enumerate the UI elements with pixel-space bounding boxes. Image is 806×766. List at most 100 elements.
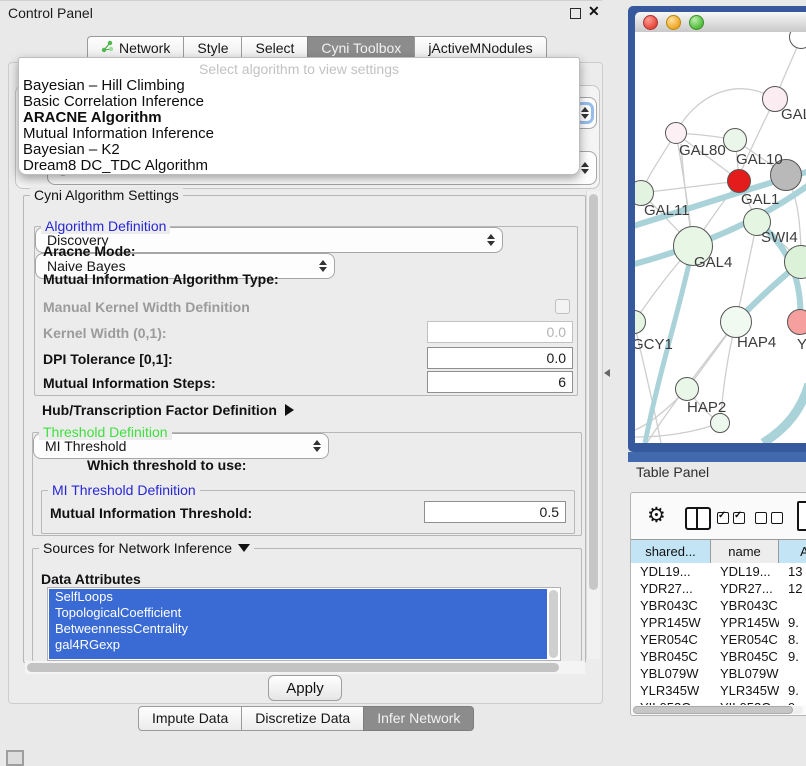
- zoom-traffic-light-icon[interactable]: [689, 15, 704, 30]
- gear-icon[interactable]: ⚙: [647, 503, 666, 528]
- dock-handle-icon[interactable]: [6, 750, 24, 766]
- node-hap2[interactable]: [675, 377, 699, 401]
- node-label-gal1: GAL1: [741, 191, 779, 208]
- settings-vertical-scrollbar[interactable]: [586, 191, 600, 659]
- table-body: YDL19...YDL19...13YDR27...YDR27...12YBR0…: [631, 563, 806, 705]
- table-cell: 9.: [779, 614, 806, 631]
- tab-infer-network[interactable]: Infer Network: [363, 706, 474, 731]
- combo-stepper-icon[interactable]: [484, 234, 497, 246]
- collapse-arrow-icon[interactable]: [238, 544, 250, 552]
- table-cell: 13: [779, 563, 806, 580]
- kernel-width-field[interactable]: 0.0: [427, 321, 573, 343]
- which-threshold-value: MI Threshold: [34, 438, 310, 454]
- node-label-hap2: HAP2: [687, 399, 726, 416]
- node-label-swi4: SWI4: [761, 229, 798, 246]
- table-row[interactable]: YBR043CYBR043C: [631, 597, 806, 614]
- mi-threshold-field[interactable]: 0.5: [424, 501, 566, 523]
- close-traffic-light-icon[interactable]: [643, 15, 658, 30]
- aracne-mode-label: Aracne Mode:: [43, 243, 136, 259]
- combo-stepper-icon[interactable]: [316, 260, 329, 272]
- close-icon[interactable]: ✕: [588, 3, 600, 20]
- algorithm-definition-group: Algorithm Definition Aracne Mode: Discov…: [34, 226, 578, 396]
- table-cell: YIL052C: [631, 699, 711, 705]
- table-cell: YBR045C: [631, 648, 711, 665]
- dpi-tolerance-label: DPI Tolerance [0,1]:: [43, 351, 173, 367]
- cyni-algorithm-settings-group: Cyni Algorithm Settings Algorithm Defini…: [23, 195, 586, 663]
- table-row[interactable]: YBL079WYBL079W: [631, 665, 806, 682]
- tab-label: Infer Network: [377, 707, 460, 730]
- node-bottom-small[interactable]: [710, 413, 730, 433]
- node-label-gal10: GAL10: [736, 151, 783, 168]
- table-cell: YIL052C: [711, 699, 779, 705]
- node-label-gcy1: GCY1: [635, 336, 673, 353]
- column-header-shared[interactable]: shared...: [631, 540, 711, 564]
- table-panel-title: Table Panel: [636, 464, 709, 480]
- attribute-item-betweennesscentrality[interactable]: BetweennessCentrality: [49, 621, 547, 637]
- data-attributes-list[interactable]: SelfLoopsTopologicalCoefficientBetweenne…: [47, 587, 561, 661]
- table-cell: YDL19...: [711, 563, 779, 580]
- data-attributes-label: Data Attributes: [41, 571, 141, 587]
- table-row[interactable]: YBR045CYBR045C9.: [631, 648, 806, 665]
- settings-horizontal-scrollbar[interactable]: [25, 661, 585, 674]
- attribute-item-gal4rgexp[interactable]: gal4RGexp: [49, 637, 547, 653]
- column-header-a[interactable]: A: [779, 540, 806, 564]
- algorithm-item-aracne-algorithm[interactable]: ARACNE Algorithm: [19, 110, 579, 126]
- apply-button[interactable]: Apply: [268, 675, 342, 701]
- network-window-titlebar: [635, 12, 806, 33]
- minimize-traffic-light-icon[interactable]: [666, 15, 681, 30]
- attribute-item-topologicalcoefficient[interactable]: TopologicalCoefficient: [49, 605, 547, 621]
- table-row[interactable]: YIL052CYIL052C9.: [631, 699, 806, 705]
- table-cell: 9.: [779, 682, 806, 699]
- list-scrollbar[interactable]: [549, 590, 558, 658]
- data-attributes-selection: SelfLoopsTopologicalCoefficientBetweenne…: [49, 589, 547, 659]
- export-table-icon[interactable]: [797, 501, 806, 531]
- node-label-hap4: HAP4: [737, 334, 776, 351]
- manual-kernel-label: Manual Kernel Width Definition: [43, 299, 250, 315]
- table-cell: 9.: [779, 699, 806, 705]
- network-canvas[interactable]: GALGAL80GAL10GAL1GAL11SWI4GAL4GCY1HAP4YH…: [635, 32, 806, 443]
- combo-stepper-icon[interactable]: [310, 440, 323, 452]
- table-row[interactable]: YDL19...YDL19...13: [631, 563, 806, 580]
- table-cell: YLR345W: [711, 682, 779, 699]
- expand-arrow-icon[interactable]: [285, 404, 294, 416]
- kernel-width-label: Kernel Width (0,1):: [43, 325, 167, 341]
- algorithm-definition-title: Algorithm Definition: [41, 218, 170, 234]
- algorithm-item-bayesian-hill-climbing[interactable]: Bayesian – Hill Climbing: [19, 78, 579, 94]
- manual-kernel-checkbox[interactable]: [555, 299, 570, 314]
- node-gal80[interactable]: [665, 122, 687, 144]
- dpi-tolerance-field[interactable]: 0.0: [427, 347, 573, 369]
- table-row[interactable]: YDR27...YDR27...12: [631, 580, 806, 597]
- unchecked-columns-icon[interactable]: [755, 511, 787, 529]
- table-cell: YBR043C: [631, 597, 711, 614]
- table-cell: YDL19...: [631, 563, 711, 580]
- algorithm-item-basic-correlation-inference[interactable]: Basic Correlation Inference: [19, 94, 579, 110]
- attribute-item-selfloops[interactable]: SelfLoops: [49, 589, 547, 605]
- table-cell: YBL079W: [631, 665, 711, 682]
- panel-collapse-arrow-icon[interactable]: [604, 369, 610, 377]
- table-row[interactable]: YER054CYER054C8.: [631, 631, 806, 648]
- tab-impute-data[interactable]: Impute Data: [138, 706, 242, 731]
- table-cell: YBL079W: [711, 665, 779, 682]
- algorithm-item-bayesian-k2[interactable]: Bayesian – K2: [19, 142, 579, 158]
- table-row[interactable]: YLR345WYLR345W9.: [631, 682, 806, 699]
- hub-definition-toggle[interactable]: Hub/Transcription Factor Definition: [42, 402, 294, 418]
- desktop-background-strip: [628, 452, 806, 462]
- node-salmon[interactable]: [787, 309, 806, 335]
- node-red[interactable]: [727, 169, 751, 193]
- sources-group-title[interactable]: Sources for Network Inference: [39, 540, 254, 556]
- mi-steps-label: Mutual Information Steps:: [43, 375, 216, 391]
- tab-discretize-data[interactable]: Discretize Data: [241, 706, 364, 731]
- node-label-y: Y: [797, 336, 806, 353]
- table-horizontal-scrollbar[interactable]: [633, 706, 803, 714]
- float-window-icon[interactable]: [570, 8, 581, 19]
- table-cell: YDR27...: [711, 580, 779, 597]
- column-header-name[interactable]: name: [711, 540, 779, 564]
- mi-steps-field[interactable]: 6: [427, 371, 573, 393]
- columns-icon[interactable]: [685, 507, 711, 530]
- node-gal10[interactable]: [723, 128, 747, 152]
- algorithm-item-mutual-information-inference[interactable]: Mutual Information Inference: [19, 126, 579, 142]
- checked-columns-icon[interactable]: [717, 511, 749, 529]
- algorithm-item-dream8-dc-tdc-algorithm[interactable]: Dream8 DC_TDC Algorithm: [19, 158, 579, 174]
- table-row[interactable]: YPR145WYPR145W9.: [631, 614, 806, 631]
- settings-group-title: Cyni Algorithm Settings: [30, 187, 183, 203]
